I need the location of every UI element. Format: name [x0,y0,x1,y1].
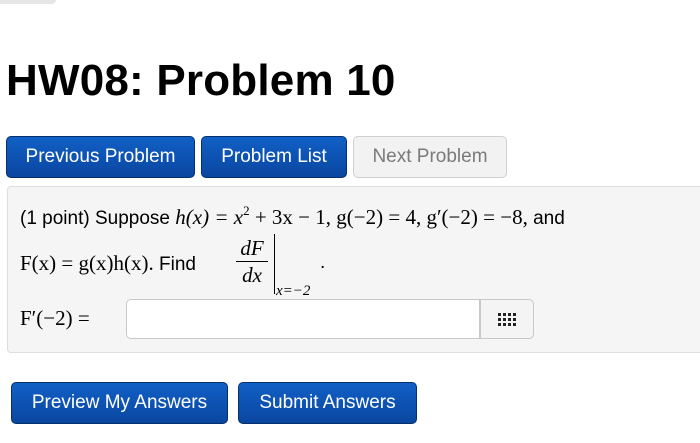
period: . [320,252,326,273]
submit-answers-button[interactable]: Submit Answers [238,382,417,424]
problem-statement-line-1: (1 point) Suppose h(x) = x2 + 3x − 1, g(… [20,203,565,230]
preview-answers-button[interactable]: Preview My Answers [11,382,228,424]
F-definition: F(x) = g(x)h(x). [20,251,154,275]
derivative-fraction: dF dx [234,236,270,288]
fraction-denominator: dx [242,263,262,287]
top-tab [0,0,56,4]
answer-input[interactable] [126,299,480,339]
evaluation-bar [274,234,275,294]
equation-editor-button[interactable] [480,299,534,339]
grid-icon [498,312,516,326]
problem-points: (1 point) Suppose [20,208,170,229]
fraction-numerator: dF [240,236,264,260]
fraction-bar [236,261,268,262]
h-definition: h(x) = x2 + 3x − 1, g(−2) = 4, g′(−2) = … [175,203,528,229]
find-text: Find [159,254,196,275]
and-text: and [533,208,565,229]
problem-statement-line-2: F(x) = g(x)h(x). Find [20,251,196,276]
page-title: HW08: Problem 10 [6,56,396,105]
problem-list-button[interactable]: Problem List [201,136,347,178]
previous-problem-button[interactable]: Previous Problem [6,136,195,178]
answer-label: F′(−2) = [20,306,90,330]
evaluation-point: x=−2 [276,283,311,299]
next-problem-button[interactable]: Next Problem [353,136,507,178]
